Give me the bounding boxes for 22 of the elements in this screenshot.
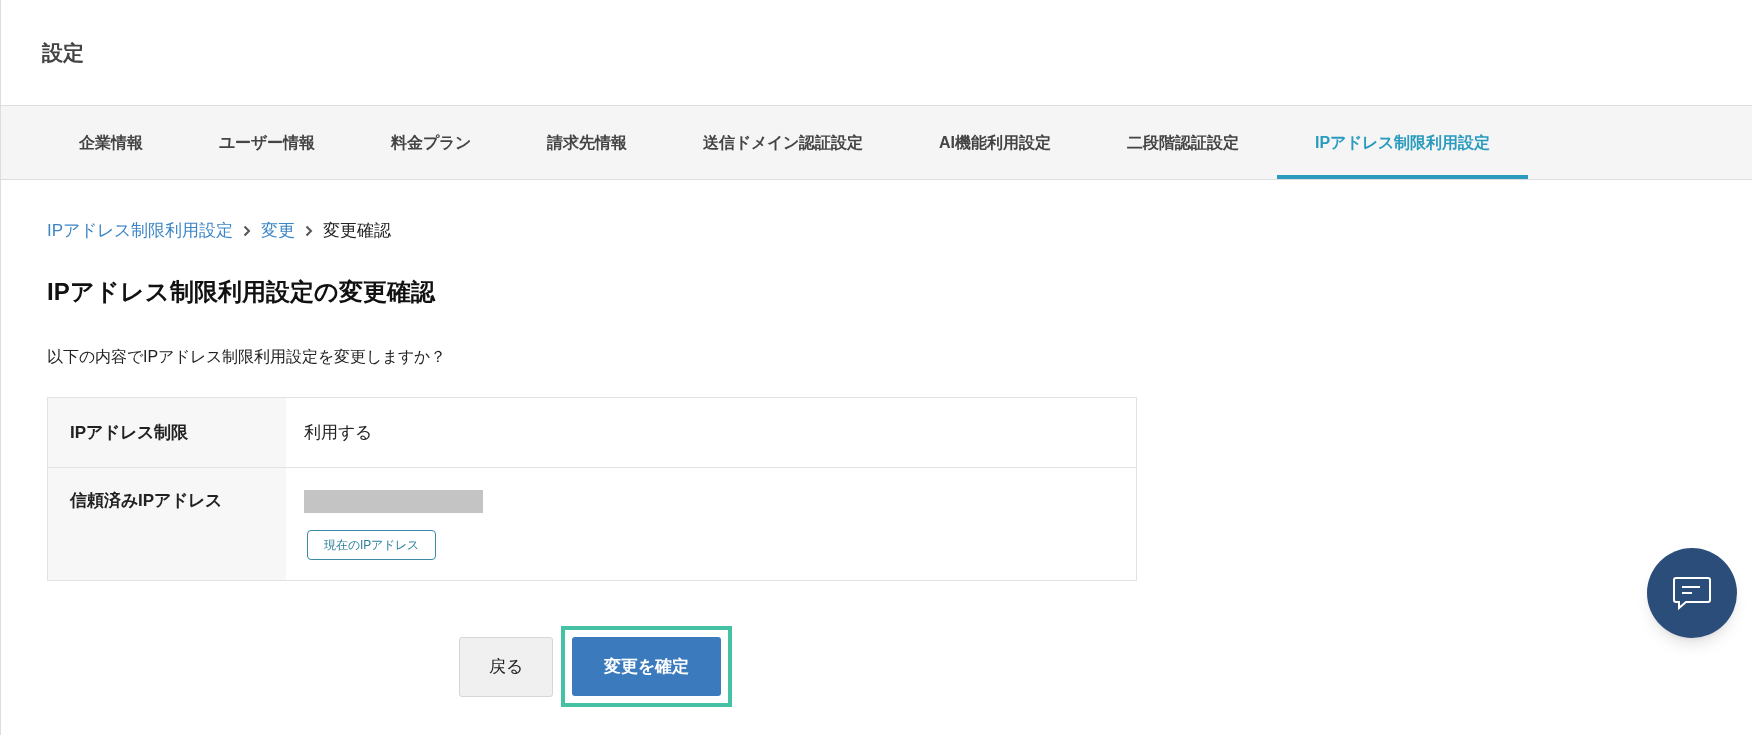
settings-tab[interactable]: 二段階認証設定 xyxy=(1089,106,1277,179)
settings-tab[interactable]: 企業情報 xyxy=(41,106,181,179)
page-title: 設定 xyxy=(42,39,84,66)
row-label: IPアドレス制限 xyxy=(48,397,286,467)
breadcrumb-link[interactable]: IPアドレス制限利用設定 xyxy=(47,218,234,244)
row-label: 信頼済みIPアドレス xyxy=(48,468,286,580)
page-heading: IPアドレス制限利用設定の変更確認 xyxy=(47,276,437,307)
settings-tab[interactable]: ユーザー情報 xyxy=(181,106,353,179)
description-text: 以下の内容でIPアドレス制限利用設定を変更しますか？ xyxy=(47,346,448,367)
chevron-icon xyxy=(305,224,314,237)
current-ip-button[interactable]: 現在のIPアドレス xyxy=(307,530,437,560)
settings-tab[interactable]: 料金プラン xyxy=(353,106,509,179)
chat-icon xyxy=(1672,575,1712,611)
chevron-icon xyxy=(243,224,252,237)
settings-tab[interactable]: AI機能利用設定 xyxy=(901,106,1089,179)
settings-tab[interactable]: 送信ドメイン認証設定 xyxy=(665,106,901,179)
breadcrumb-link[interactable]: 変更 xyxy=(261,218,296,244)
breadcrumb-current: 変更確認 xyxy=(323,220,392,242)
settings-tab[interactable]: 請求先情報 xyxy=(509,106,665,179)
row-value: 利用する xyxy=(304,422,372,442)
back-button[interactable]: 戻る xyxy=(459,636,553,697)
confirm-button[interactable]: 変更を確定 xyxy=(572,637,721,696)
